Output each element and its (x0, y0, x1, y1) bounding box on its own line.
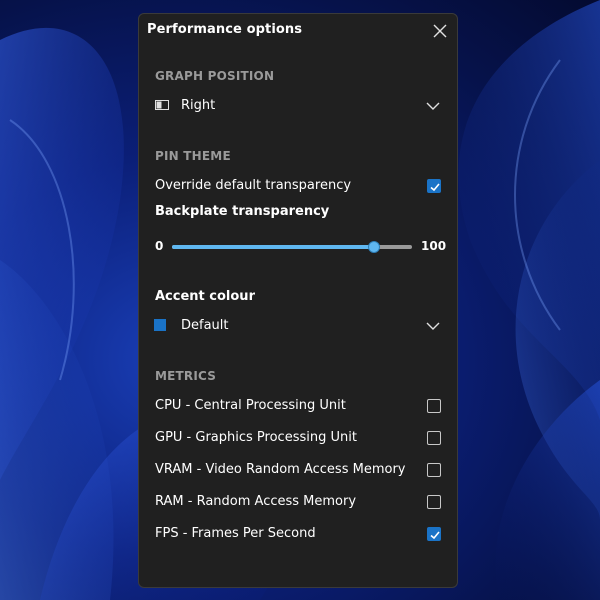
metric-gpu-checkbox[interactable] (427, 431, 441, 445)
override-transparency-label: Override default transparency (155, 178, 352, 193)
metric-cpu-checkbox[interactable] (427, 399, 441, 413)
accent-swatch (154, 319, 166, 331)
panel-title: Performance options (147, 22, 303, 37)
accent-colour-dropdown[interactable]: Default (151, 313, 447, 339)
pin-theme-heading: PIN THEME (155, 149, 231, 163)
metric-fps-checkbox[interactable] (427, 527, 441, 541)
checkmark-icon (430, 183, 440, 192)
chevron-down-icon (426, 322, 440, 330)
chevron-down-icon (426, 102, 440, 110)
override-transparency-checkbox[interactable] (427, 179, 441, 193)
close-button[interactable] (429, 20, 451, 42)
metric-vram-checkbox[interactable] (427, 463, 441, 477)
slider-min-label: 0 (155, 239, 164, 253)
metric-fps-label: FPS - Frames Per Second (155, 526, 316, 541)
desktop-background: Performance options GRAPH POSITION Right… (0, 0, 600, 600)
close-icon (433, 24, 447, 38)
graph-position-dropdown[interactable]: Right (151, 93, 447, 119)
metric-gpu-label: GPU - Graphics Processing Unit (155, 430, 357, 445)
backplate-transparency-label: Backplate transparency (155, 204, 330, 219)
panel-right-icon (155, 100, 169, 110)
performance-options-panel: Performance options GRAPH POSITION Right… (138, 13, 458, 588)
accent-colour-label: Accent colour (155, 289, 255, 304)
metric-ram-checkbox[interactable] (427, 495, 441, 509)
metric-ram-label: RAM - Random Access Memory (155, 494, 357, 509)
graph-position-value: Right (181, 98, 216, 113)
slider-max-label: 100 (421, 239, 447, 253)
slider-fill (172, 245, 374, 249)
backplate-transparency-slider[interactable] (172, 240, 412, 254)
checkmark-icon (430, 531, 440, 540)
metric-cpu-label: CPU - Central Processing Unit (155, 398, 346, 413)
metric-vram-label: VRAM - Video Random Access Memory (155, 462, 406, 477)
accent-colour-value: Default (181, 318, 229, 333)
graph-position-heading: GRAPH POSITION (155, 69, 275, 83)
metrics-heading: METRICS (155, 369, 217, 383)
title-bar: Performance options (139, 14, 457, 48)
slider-thumb[interactable] (367, 241, 380, 253)
